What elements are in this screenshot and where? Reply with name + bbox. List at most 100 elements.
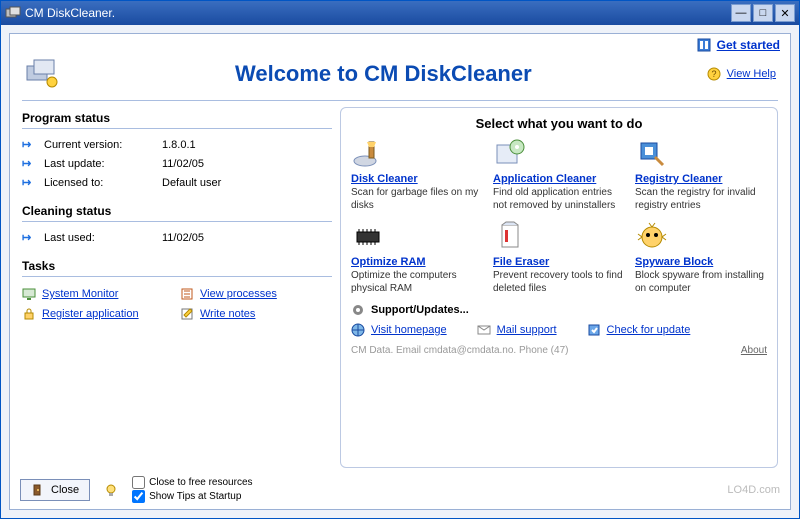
bullet-icon: ↦ xyxy=(22,231,36,244)
close-free-checkbox[interactable]: Close to free resources xyxy=(132,476,252,489)
startup-options: Close to free resources Show Tips at Sta… xyxy=(132,476,252,503)
licensed-row: ↦ Licensed to: Default user xyxy=(22,173,332,192)
cell-spyware-block: Spyware Block Block spyware from install… xyxy=(635,220,767,295)
lastupdate-value: 11/02/05 xyxy=(162,158,204,170)
task-label: Register application xyxy=(42,308,139,320)
titlebar-buttons: — □ ✕ xyxy=(731,4,795,22)
bullet-icon: ↦ xyxy=(22,138,36,151)
cell-desc: Optimize the computers physical RAM xyxy=(351,270,483,295)
cell-desc: Prevent recovery tools to find deleted f… xyxy=(493,270,625,295)
header: Welcome to CM DiskCleaner ? View Help xyxy=(10,52,790,100)
lastused-row: ↦ Last used: 11/02/05 xyxy=(22,228,332,247)
cleaning-status-heading: Cleaning status xyxy=(22,200,332,222)
version-value: 1.8.0.1 xyxy=(162,139,196,151)
close-button[interactable]: Close xyxy=(20,479,90,501)
cell-optimize-ram: Optimize RAM Optimize the computers phys… xyxy=(351,220,483,295)
action-grid: Disk Cleaner Scan for garbage files on m… xyxy=(351,137,767,295)
globe-icon xyxy=(351,323,365,337)
header-icon xyxy=(24,56,60,92)
cell-disk-cleaner: Disk Cleaner Scan for garbage files on m… xyxy=(351,137,483,212)
support-heading-row: Support/Updates... xyxy=(351,303,767,317)
show-tips-checkbox[interactable]: Show Tips at Startup xyxy=(132,490,252,503)
licensed-value: Default user xyxy=(162,177,221,189)
label: Show Tips at Startup xyxy=(149,491,241,502)
lock-icon xyxy=(22,307,36,321)
tasks-heading: Tasks xyxy=(22,255,332,277)
left-column: Program status ↦ Current version: 1.8.0.… xyxy=(22,107,332,468)
select-heading: Select what you want to do xyxy=(351,114,767,137)
window-title: CM DiskCleaner. xyxy=(25,6,731,20)
get-started-link[interactable]: Get started xyxy=(717,38,780,52)
visit-homepage[interactable]: Visit homepage xyxy=(351,323,447,337)
cell-title[interactable]: File Eraser xyxy=(493,256,549,268)
close-window-button[interactable]: ✕ xyxy=(775,4,795,22)
ram-icon xyxy=(351,220,385,254)
cell-title[interactable]: Disk Cleaner xyxy=(351,173,418,185)
task-register[interactable]: Register application xyxy=(22,307,174,321)
update-icon xyxy=(587,323,601,337)
cell-desc: Scan the registry for invalid registry e… xyxy=(635,187,767,212)
spyware-icon xyxy=(635,220,669,254)
notes-icon xyxy=(180,307,194,321)
mail-icon xyxy=(477,323,491,337)
cell-application-cleaner: Application Cleaner Find old application… xyxy=(493,137,625,212)
cell-desc: Scan for garbage files on my disks xyxy=(351,187,483,212)
support-links: Visit homepage Mail support Check for up… xyxy=(351,317,767,341)
registry-cleaner-icon xyxy=(635,137,669,171)
about-link[interactable]: About xyxy=(741,345,767,356)
main-panel: Get started Welcome to CM DiskCleaner ? … xyxy=(9,33,791,510)
maximize-button[interactable]: □ xyxy=(753,4,773,22)
page-title: Welcome to CM DiskCleaner xyxy=(76,61,691,87)
cell-title[interactable]: Spyware Block xyxy=(635,256,713,268)
check-update[interactable]: Check for update xyxy=(587,323,691,337)
program-status-heading: Program status xyxy=(22,107,332,129)
bullet-icon: ↦ xyxy=(22,157,36,170)
cell-registry-cleaner: Registry Cleaner Scan the registry for i… xyxy=(635,137,767,212)
task-label: Write notes xyxy=(200,308,255,320)
cell-title[interactable]: Optimize RAM xyxy=(351,256,426,268)
view-help-link[interactable]: View Help xyxy=(727,68,776,80)
task-label: System Monitor xyxy=(42,288,118,300)
right-panel: Select what you want to do Disk Cleaner … xyxy=(340,107,778,468)
processes-icon xyxy=(180,287,194,301)
link-label: Mail support xyxy=(497,324,557,336)
support-heading: Support/Updates... xyxy=(371,304,469,316)
checkbox[interactable] xyxy=(132,476,145,489)
version-label: Current version: xyxy=(44,139,154,151)
tasks-grid: System Monitor View processes Register a… xyxy=(22,283,332,321)
cell-title[interactable]: Application Cleaner xyxy=(493,173,596,185)
mail-support[interactable]: Mail support xyxy=(477,323,557,337)
cell-file-eraser: File Eraser Prevent recovery tools to fi… xyxy=(493,220,625,295)
lastused-label: Last used: xyxy=(44,232,154,244)
cell-title[interactable]: Registry Cleaner xyxy=(635,173,722,185)
link-label: Check for update xyxy=(607,324,691,336)
content: Program status ↦ Current version: 1.8.0.… xyxy=(10,101,790,472)
task-write-notes[interactable]: Write notes xyxy=(180,307,332,321)
gear-icon xyxy=(351,303,365,317)
top-link-row: Get started xyxy=(10,34,790,52)
version-row: ↦ Current version: 1.8.0.1 xyxy=(22,135,332,154)
watermark: LO4D.com xyxy=(727,484,780,496)
monitor-icon xyxy=(22,287,36,301)
bottom-bar: Close Close to free resources Show Tips … xyxy=(10,472,790,509)
app-icon xyxy=(5,5,21,21)
footer-info: CM Data. Email cmdata@cmdata.no. Phone (… xyxy=(351,345,568,356)
svg-text:?: ? xyxy=(711,69,716,79)
minimize-button[interactable]: — xyxy=(731,4,751,22)
close-label: Close xyxy=(51,484,79,496)
label: Close to free resources xyxy=(149,477,252,488)
task-system-monitor[interactable]: System Monitor xyxy=(22,287,174,301)
get-started-icon xyxy=(697,38,711,52)
bullet-icon: ↦ xyxy=(22,176,36,189)
file-eraser-icon xyxy=(493,220,527,254)
task-view-processes[interactable]: View processes xyxy=(180,287,332,301)
checkbox[interactable] xyxy=(132,490,145,503)
cell-desc: Find old application entries not removed… xyxy=(493,187,625,212)
door-icon xyxy=(31,483,45,497)
help-icon: ? xyxy=(707,67,721,81)
inner-frame: Get started Welcome to CM DiskCleaner ? … xyxy=(1,25,799,518)
licensed-label: Licensed to: xyxy=(44,177,154,189)
link-label: Visit homepage xyxy=(371,324,447,336)
titlebar: CM DiskCleaner. — □ ✕ xyxy=(1,1,799,25)
cell-desc: Block spyware from installing on compute… xyxy=(635,270,767,295)
